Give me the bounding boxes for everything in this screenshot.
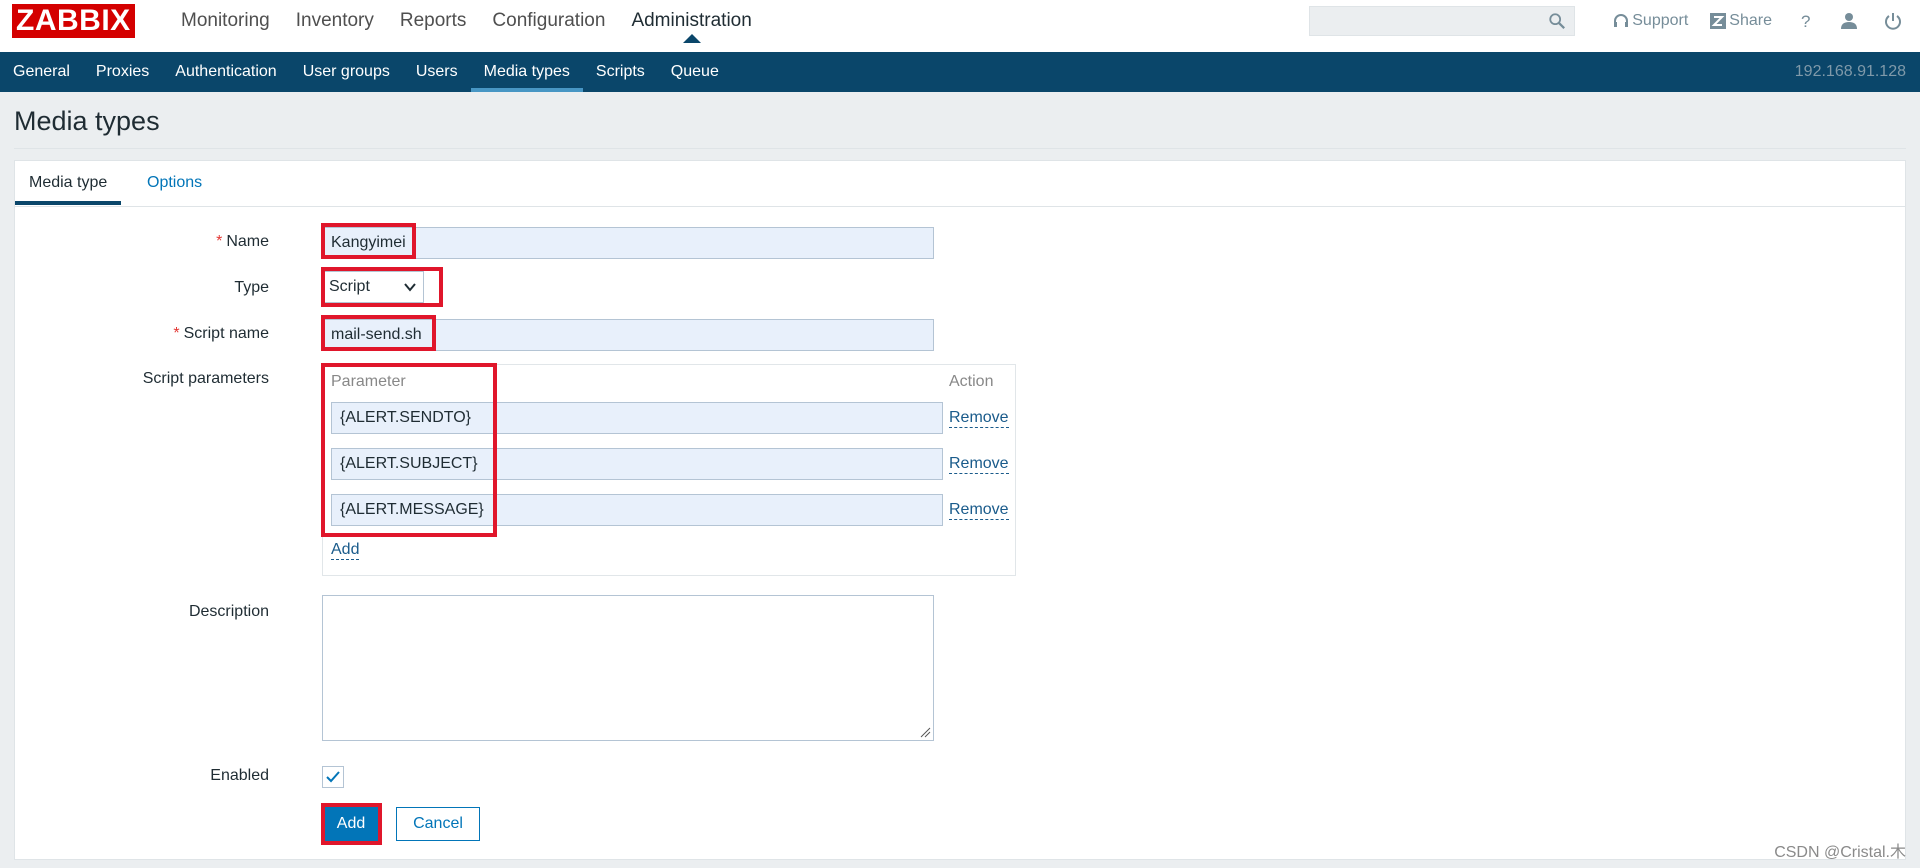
param-value: {ALERT.SENDTO} bbox=[340, 409, 472, 426]
page-title: Media types bbox=[14, 106, 160, 136]
headset-icon bbox=[1614, 14, 1629, 27]
tab-options[interactable]: Options bbox=[133, 161, 216, 205]
share-link[interactable]: Share bbox=[1710, 12, 1772, 30]
subnav-proxies[interactable]: Proxies bbox=[83, 52, 162, 92]
enabled-label: Enabled bbox=[210, 767, 269, 784]
subnav-users[interactable]: Users bbox=[403, 52, 471, 92]
subnav-scripts[interactable]: Scripts bbox=[583, 52, 658, 92]
form-tabs: Media type Options bbox=[15, 161, 1905, 207]
active-nav-caret bbox=[682, 34, 701, 43]
script-name-label: * Script name bbox=[173, 325, 269, 343]
media-type-form-panel: Media type Options * Name Kangyimei Type … bbox=[14, 160, 1906, 860]
resize-grip-icon[interactable] bbox=[919, 726, 931, 738]
param-header: Parameter bbox=[331, 373, 406, 390]
support-link[interactable]: Support bbox=[1613, 12, 1688, 30]
param-input-message[interactable]: {ALERT.MESSAGE} bbox=[331, 494, 943, 526]
enabled-checkbox[interactable] bbox=[322, 766, 344, 788]
checkmark-icon bbox=[326, 771, 340, 783]
nav-administration-label: Administration bbox=[631, 10, 752, 31]
subnav-media-types[interactable]: Media types bbox=[470, 52, 584, 92]
script-name-value: mail-send.sh bbox=[331, 326, 422, 343]
description-textarea[interactable] bbox=[322, 595, 934, 741]
subnav-authentication[interactable]: Authentication bbox=[162, 52, 289, 92]
param-value: {ALERT.SUBJECT} bbox=[340, 455, 478, 472]
script-params-table: Parameter Action {ALERT.SENDTO} Remove {… bbox=[322, 364, 1016, 576]
action-header: Action bbox=[949, 373, 994, 390]
cancel-button[interactable]: Cancel bbox=[396, 807, 480, 841]
share-label: Share bbox=[1729, 12, 1772, 29]
search-input[interactable] bbox=[1310, 7, 1552, 35]
nav-reports[interactable]: Reports bbox=[387, 0, 480, 42]
subnav-user-groups[interactable]: User groups bbox=[290, 52, 403, 92]
tab-media-type[interactable]: Media type bbox=[15, 161, 122, 205]
svg-text:?: ? bbox=[1801, 12, 1810, 30]
description-label: Description bbox=[188, 603, 269, 620]
name-label: * Name bbox=[216, 233, 269, 251]
sub-nav: General Proxies Authentication User grou… bbox=[0, 52, 1920, 92]
name-field-value: Kangyimei bbox=[331, 234, 406, 251]
name-field[interactable]: Kangyimei bbox=[322, 227, 934, 259]
add-param-link[interactable]: Add bbox=[331, 541, 360, 560]
search-icon[interactable] bbox=[1548, 12, 1566, 30]
top-bar: ZABBIX Monitoring Inventory Reports Conf… bbox=[0, 0, 1920, 53]
script-params-label: Script parameters bbox=[142, 370, 269, 387]
required-asterisk: * bbox=[216, 233, 223, 250]
title-divider bbox=[14, 148, 1906, 149]
search-box bbox=[1309, 6, 1575, 36]
subnav-queue[interactable]: Queue bbox=[658, 52, 732, 92]
script-name-label-text: Script name bbox=[183, 325, 269, 342]
nav-inventory[interactable]: Inventory bbox=[283, 0, 387, 42]
nav-monitoring[interactable]: Monitoring bbox=[168, 0, 283, 42]
script-name-field[interactable]: mail-send.sh bbox=[322, 319, 934, 351]
share-z-icon bbox=[1710, 13, 1727, 29]
support-label: Support bbox=[1632, 12, 1689, 29]
remove-param-link[interactable]: Remove bbox=[949, 455, 1009, 474]
zabbix-logo[interactable]: ZABBIX bbox=[12, 4, 135, 38]
watermark: CSDN @Cristal.木 bbox=[1774, 844, 1906, 861]
user-profile-icon[interactable] bbox=[1840, 12, 1858, 30]
name-label-text: Name bbox=[226, 233, 269, 250]
sign-out-icon[interactable] bbox=[1884, 12, 1902, 30]
subnav-general[interactable]: General bbox=[0, 52, 83, 92]
param-value: {ALERT.MESSAGE} bbox=[340, 501, 484, 518]
param-input-subject[interactable]: {ALERT.SUBJECT} bbox=[331, 448, 943, 480]
chevron-down-icon bbox=[404, 283, 416, 292]
type-select-value: Script bbox=[329, 278, 370, 295]
top-links: Support Share ? bbox=[1591, 0, 1920, 42]
main-nav: Monitoring Inventory Reports Configurati… bbox=[168, 0, 765, 43]
add-button[interactable]: Add bbox=[322, 807, 380, 841]
param-input-sendto[interactable]: {ALERT.SENDTO} bbox=[331, 402, 943, 434]
type-label: Type bbox=[234, 279, 269, 296]
type-select[interactable]: Script bbox=[322, 271, 424, 303]
help-icon[interactable]: ? bbox=[1798, 12, 1814, 30]
nav-administration[interactable]: Administration bbox=[618, 0, 764, 43]
server-ip: 192.168.91.128 bbox=[1794, 63, 1906, 80]
nav-configuration[interactable]: Configuration bbox=[479, 0, 618, 42]
remove-param-link[interactable]: Remove bbox=[949, 501, 1009, 520]
required-asterisk: * bbox=[173, 325, 180, 342]
remove-param-link[interactable]: Remove bbox=[949, 409, 1009, 428]
